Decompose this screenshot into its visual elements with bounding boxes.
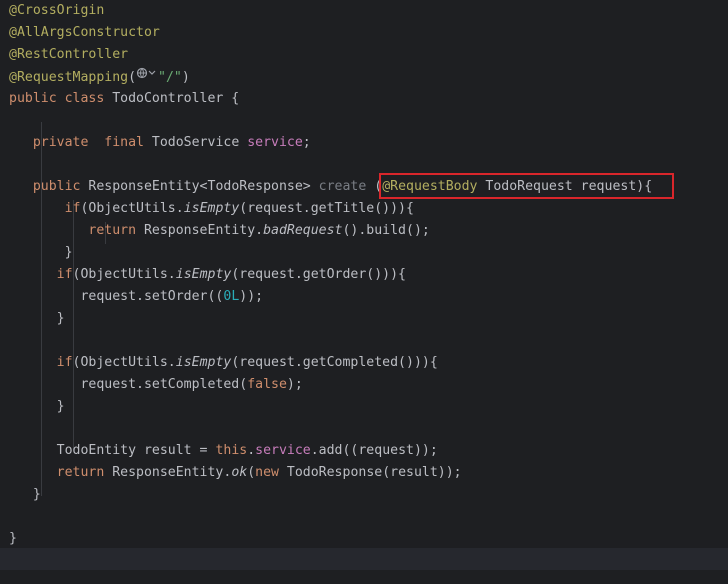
code-token: false [247, 377, 287, 392]
code-line: @RequestMapping( "/") [9, 66, 190, 88]
code-token: TodoService [151, 135, 248, 150]
code-line: } [9, 484, 41, 506]
code-token: ) [181, 70, 190, 85]
code-token: (ObjectUtils. [72, 267, 176, 282]
code-token: (ObjectUtils. [80, 201, 184, 216]
code-token: private final [32, 135, 152, 150]
code-line: @CrossOrigin [9, 0, 104, 22]
code-line: } [9, 528, 17, 550]
code-line: } [9, 242, 73, 264]
code-token: @RestController [9, 47, 129, 62]
code-line: private final TodoService service; [9, 132, 311, 154]
code-line: return ResponseEntity.badRequest().build… [9, 220, 430, 242]
code-line: request.setOrder((0L)); [9, 286, 263, 308]
code-token: if [56, 267, 73, 282]
code-token: @RequestMapping [9, 70, 129, 85]
code-token: } [9, 245, 73, 260]
code-token: @AllArgsConstructor [9, 25, 160, 40]
code-token: } [9, 311, 65, 326]
code-token: ( [128, 70, 137, 85]
code-token: public class [9, 91, 113, 106]
code-line: if(ObjectUtils.isEmpty(request.getTitle(… [9, 198, 414, 220]
code-token: badRequest [263, 223, 343, 238]
code-line: if(ObjectUtils.isEmpty(request.getOrder(… [9, 264, 406, 286]
code-token: isEmpty [183, 201, 240, 216]
code-token: ); [286, 377, 303, 392]
code-token: @CrossOrigin [9, 3, 105, 18]
code-token: public [32, 179, 89, 194]
code-token: request.setCompleted( [9, 377, 248, 392]
code-token: ( [247, 465, 256, 480]
code-token: (request.getTitle())){ [239, 201, 414, 216]
code-token: ().build(); [342, 223, 430, 238]
code-line: request.setCompleted(false); [9, 374, 303, 396]
globe-icon[interactable] [136, 66, 158, 88]
code-token: new [255, 465, 287, 480]
code-line: TodoEntity result = this.service.add((re… [9, 440, 438, 462]
code-token: } [9, 531, 17, 546]
code-line: @RestController [9, 44, 128, 66]
code-token: return [56, 465, 113, 480]
code-token: (request.getOrder())){ [231, 267, 406, 282]
code-token: service [255, 443, 311, 458]
code-token: (ObjectUtils. [72, 355, 176, 370]
code-token: create [318, 179, 375, 194]
code-token: ResponseEntity<TodoResponse> [88, 179, 319, 194]
code-line: if(ObjectUtils.isEmpty(request.getComple… [9, 352, 438, 374]
code-token: if [64, 201, 81, 216]
code-token: } [9, 399, 65, 414]
code-token: ; [302, 135, 311, 150]
code-token: "/" [158, 70, 182, 85]
code-line: } [9, 308, 65, 330]
code-token: TodoController { [112, 91, 240, 106]
code-token: ok [231, 465, 248, 480]
code-line: return ResponseEntity.ok(new TodoRespons… [9, 462, 462, 484]
code-token: isEmpty [175, 355, 232, 370]
code-token: service [247, 135, 303, 150]
code-token: ResponseEntity. [143, 223, 264, 238]
code-line: @AllArgsConstructor [9, 22, 160, 44]
highlight-box [379, 173, 674, 199]
code-token: ResponseEntity. [112, 465, 232, 480]
code-token: 0L [223, 289, 240, 304]
code-token: request.setOrder(( [9, 289, 224, 304]
code-line: } [9, 396, 65, 418]
code-token: } [9, 487, 41, 502]
code-token: .add((request)); [310, 443, 438, 458]
code-token: return [88, 223, 144, 238]
code-token: isEmpty [175, 267, 232, 282]
code-token: (request.getCompleted())){ [231, 355, 438, 370]
code-token: this [215, 443, 248, 458]
code-editor[interactable]: @CrossOrigin @AllArgsConstructor @RestCont… [0, 0, 728, 584]
code-token: . [247, 443, 256, 458]
code-line: public class TodoController { [9, 88, 239, 110]
code-token: TodoEntity result = [9, 443, 216, 458]
current-line-highlight [0, 548, 728, 570]
code-token: TodoResponse(result)); [286, 465, 462, 480]
code-token: if [56, 355, 73, 370]
code-token: )); [239, 289, 264, 304]
